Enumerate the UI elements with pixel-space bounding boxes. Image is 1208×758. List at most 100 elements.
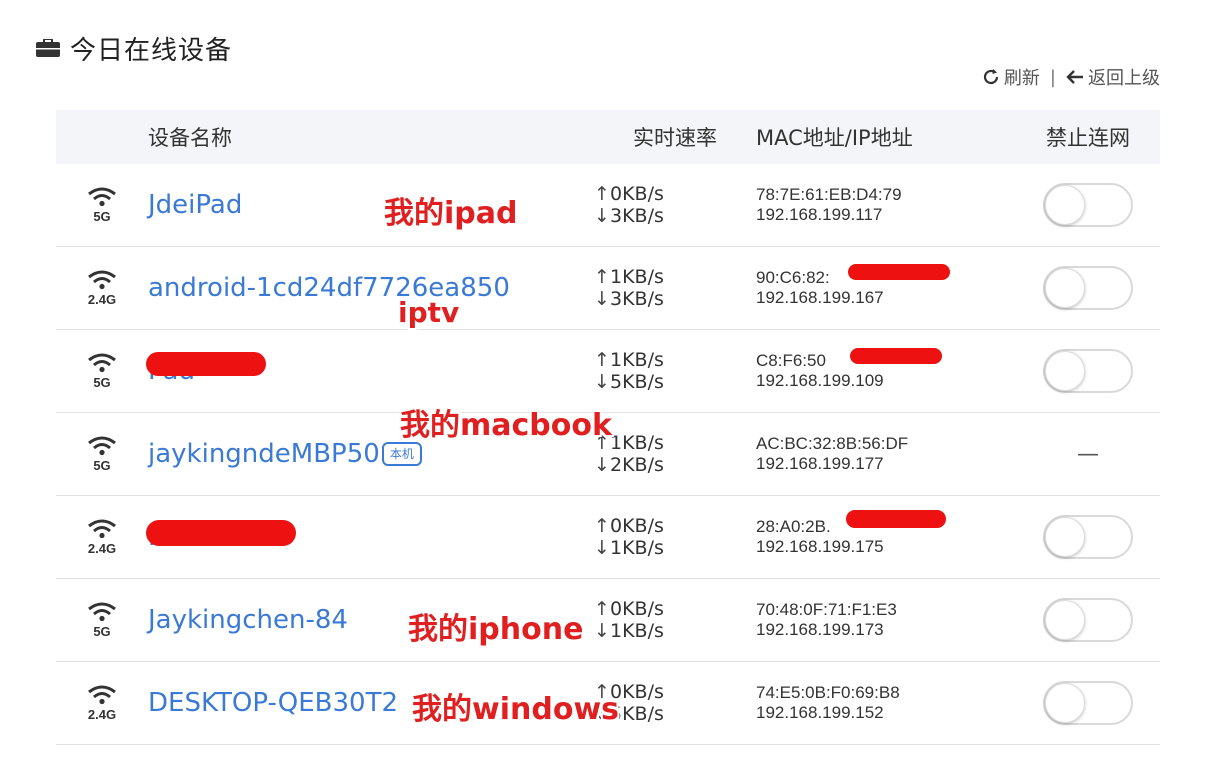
- upload-speed: 1KB/s: [610, 349, 664, 371]
- download-arrow-icon: ↓: [594, 205, 610, 227]
- download-speed: 1KB/s: [610, 620, 664, 642]
- back-button[interactable]: 返回上级: [1066, 64, 1160, 90]
- redaction-mark: [850, 348, 942, 364]
- block-internet-toggle[interactable]: [1043, 681, 1133, 725]
- device-name: DESKTOP-QEB30T2: [148, 688, 399, 718]
- block-internet-toggle[interactable]: [1043, 349, 1133, 393]
- refresh-button[interactable]: 刷新: [982, 64, 1040, 90]
- address-info: AC:BC:32:8B:56:DF 192.168.199.177: [756, 434, 1016, 474]
- mac-address: 78:7E:61:EB:D4:79: [756, 185, 902, 204]
- toggle-knob: [1045, 268, 1085, 308]
- download-speed: 3KB/s: [610, 205, 664, 227]
- block-internet-toggle[interactable]: [1043, 515, 1133, 559]
- upload-speed: 1KB/s: [610, 266, 664, 288]
- upload-arrow-icon: ↑: [594, 598, 610, 620]
- upload-arrow-icon: ↑: [594, 183, 610, 205]
- table-header: 设备名称 实时速率 MAC地址/IP地址 禁止连网: [56, 110, 1160, 164]
- download-speed: 2KB/s: [610, 454, 664, 476]
- wifi-band: 5G: [87, 187, 117, 224]
- table-row: 5G JdeiPad ↑0KB/s ↓3KB/s 78:7E:61:EB:D4:79 19…: [56, 164, 1160, 247]
- table-body: 5G JdeiPad ↑0KB/s ↓3KB/s 78:7E:61:EB:D4:79 19…: [56, 164, 1160, 745]
- download-speed: 1KB/s: [610, 537, 664, 559]
- annotation-iptv: iptv: [398, 296, 460, 329]
- refresh-icon: [983, 69, 999, 85]
- speed-rate: ↑1KB/s ↓3KB/s: [594, 266, 756, 310]
- toggle-knob: [1045, 600, 1085, 640]
- annotation-iphone: 我的iphone: [408, 612, 584, 647]
- annotation-windows: 我的windows: [412, 692, 620, 727]
- band-label: 2.4G: [87, 540, 117, 556]
- band-label: 2.4G: [87, 291, 117, 307]
- actions-separator: |: [1049, 66, 1056, 88]
- download-speed: 3KB/s: [610, 288, 664, 310]
- upload-arrow-icon: ↑: [594, 266, 610, 288]
- wifi-icon: [87, 436, 117, 460]
- wifi-icon: [87, 187, 117, 211]
- device-name-link[interactable]: android-1cd24df7726ea850: [148, 273, 594, 303]
- band-label: 5G: [93, 374, 111, 390]
- ip-address: 192.168.199.175: [756, 537, 884, 556]
- upload-arrow-icon: ↑: [594, 515, 610, 537]
- briefcase-icon: [36, 38, 60, 57]
- back-label: 返回上级: [1088, 68, 1160, 89]
- wifi-icon: [87, 519, 117, 543]
- download-speed: 5KB/s: [610, 371, 664, 393]
- band-label: 2.4G: [87, 706, 117, 722]
- wifi-band: 2.4G: [87, 270, 117, 307]
- band-label: 5G: [93, 457, 111, 473]
- download-arrow-icon: ↓: [594, 454, 610, 476]
- wifi-icon: [87, 602, 117, 626]
- refresh-label: 刷新: [1003, 68, 1040, 89]
- speed-rate: ↑1KB/s ↓5KB/s: [594, 349, 756, 393]
- mac-address: 70:48:0F:71:F1:E3: [756, 600, 897, 619]
- wifi-band: 2.4G: [87, 685, 117, 722]
- ip-address: 192.168.199.167: [756, 288, 884, 307]
- speed-rate: ↑1KB/s ↓2KB/s: [594, 432, 756, 476]
- column-header-mac: MAC地址/IP地址: [756, 126, 913, 150]
- wifi-icon: [87, 270, 117, 294]
- upload-speed: 0KB/s: [610, 183, 664, 205]
- device-name-link[interactable]: JdeiPad: [148, 190, 594, 220]
- annotation-ipad: 我的ipad: [384, 196, 518, 231]
- device-name: Jaykingchen-84: [148, 605, 348, 635]
- band-label: 5G: [93, 208, 111, 224]
- arrow-left-icon: [1066, 70, 1083, 84]
- band-label: 5G: [93, 623, 111, 639]
- wifi-band: 5G: [87, 353, 117, 390]
- device-name: JdeiPad: [148, 190, 243, 220]
- wifi-band: 5G: [87, 436, 117, 473]
- page-header: 今日在线设备: [36, 30, 232, 66]
- wifi-icon: [87, 353, 117, 377]
- toggle-knob: [1045, 185, 1085, 225]
- wifi-band: 5G: [87, 602, 117, 639]
- toggle-knob: [1045, 683, 1085, 723]
- upload-arrow-icon: ↑: [594, 349, 610, 371]
- address-info: 78:7E:61:EB:D4:79 192.168.199.117: [756, 185, 1016, 225]
- block-internet-toggle[interactable]: [1043, 266, 1133, 310]
- redaction-mark: [146, 520, 296, 546]
- ip-address: 192.168.199.109: [756, 371, 884, 390]
- redaction-mark: [848, 264, 950, 280]
- device-name: jaykingndeMBP50: [148, 439, 380, 469]
- address-info: 70:48:0F:71:F1:E3 192.168.199.173: [756, 600, 1016, 640]
- download-arrow-icon: ↓: [594, 371, 610, 393]
- block-internet-toggle[interactable]: [1043, 183, 1133, 227]
- upload-speed: 0KB/s: [610, 598, 664, 620]
- speed-rate: ↑0KB/s ↓1KB/s: [594, 515, 756, 559]
- toggle-knob: [1045, 351, 1085, 391]
- upload-speed: 0KB/s: [610, 515, 664, 537]
- page-title: 今日在线设备: [70, 35, 233, 66]
- speed-rate: ↑0KB/s ↓1KB/s: [594, 598, 756, 642]
- ip-address: 192.168.199.152: [756, 703, 884, 722]
- block-internet-unavailable: —: [1077, 441, 1099, 467]
- download-arrow-icon: ↓: [594, 537, 610, 559]
- block-internet-toggle[interactable]: [1043, 598, 1133, 642]
- ip-address: 192.168.199.117: [756, 205, 883, 224]
- wifi-icon: [87, 685, 117, 709]
- address-info: 74:E5:0B:F0:69:B8 192.168.199.152: [756, 683, 1016, 723]
- download-arrow-icon: ↓: [594, 288, 610, 310]
- mac-address: AC:BC:32:8B:56:DF: [756, 434, 909, 453]
- redaction-mark: [846, 510, 946, 528]
- wifi-band: 2.4G: [87, 519, 117, 556]
- table-row: 5G Jaykingchen-84 ↑0KB/s ↓1KB/s 70:48:0F:71:…: [56, 579, 1160, 662]
